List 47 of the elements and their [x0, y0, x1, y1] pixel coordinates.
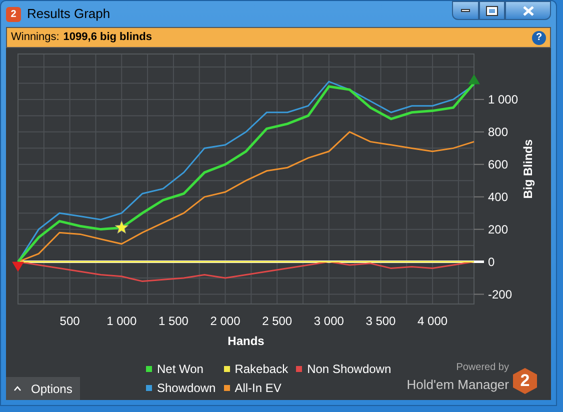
- winnings-value: 1099,6 big blinds: [63, 30, 152, 46]
- x-tick-label: 3 500: [366, 314, 396, 328]
- legend-label: Net Won: [157, 361, 204, 378]
- tick-mark: [474, 131, 484, 132]
- x-tick-label: 1 000: [106, 314, 137, 328]
- maximize-icon: [487, 6, 497, 14]
- legend-label: All-In EV: [234, 380, 282, 397]
- caret-up-icon: [14, 386, 21, 391]
- product-name: Hold'em Manager: [406, 376, 509, 394]
- tick-mark: [474, 164, 484, 165]
- x-tick-label: 1 500: [158, 314, 188, 328]
- tick-mark: [474, 294, 484, 295]
- legend-label: Showdown: [157, 380, 216, 397]
- tick-mark: [474, 98, 484, 100]
- legend-label: Non Showdown: [307, 361, 392, 378]
- x-axis-title: Hands: [228, 334, 264, 348]
- close-button[interactable]: [505, 1, 551, 20]
- y-tick-label: 0: [488, 254, 495, 269]
- y-tick-label: 200: [488, 222, 508, 236]
- app-logo-icon: 2: [6, 6, 21, 22]
- y-tick-label: -200: [488, 287, 512, 302]
- maximize-button[interactable]: [479, 1, 505, 20]
- help-button[interactable]: ?: [532, 30, 546, 44]
- close-icon: [522, 6, 534, 16]
- y-tick-label: 1 000: [488, 92, 518, 106]
- x-tick-label: 4 000: [418, 314, 448, 328]
- y-tick-label: 800: [488, 124, 508, 139]
- x-tick-label: 3 000: [314, 314, 344, 328]
- minimize-button[interactable]: [452, 1, 479, 20]
- window-title: Results Graph: [27, 5, 110, 24]
- winnings-label: Winnings:: [11, 30, 60, 46]
- y-tick-label: 400: [488, 190, 508, 204]
- tick-mark: [474, 196, 484, 198]
- powered-by-text: Powered by: [456, 360, 509, 374]
- logo-icon: 2: [513, 368, 537, 394]
- options-button[interactable]: Options: [6, 377, 80, 400]
- max-marker-icon: [468, 74, 480, 84]
- legend-label: Rakeback: [234, 361, 288, 378]
- x-tick-label: 2 000: [210, 314, 240, 328]
- min-marker-icon: [12, 262, 24, 272]
- minimize-icon: [461, 9, 470, 12]
- star-marker-icon: [114, 220, 129, 234]
- y-tick-label: 600: [488, 157, 508, 172]
- tick-mark: [474, 228, 484, 230]
- x-tick-label: 2 500: [262, 314, 292, 328]
- y-axis-title: Big Blinds: [521, 139, 535, 199]
- x-tick-label: 500: [60, 314, 80, 328]
